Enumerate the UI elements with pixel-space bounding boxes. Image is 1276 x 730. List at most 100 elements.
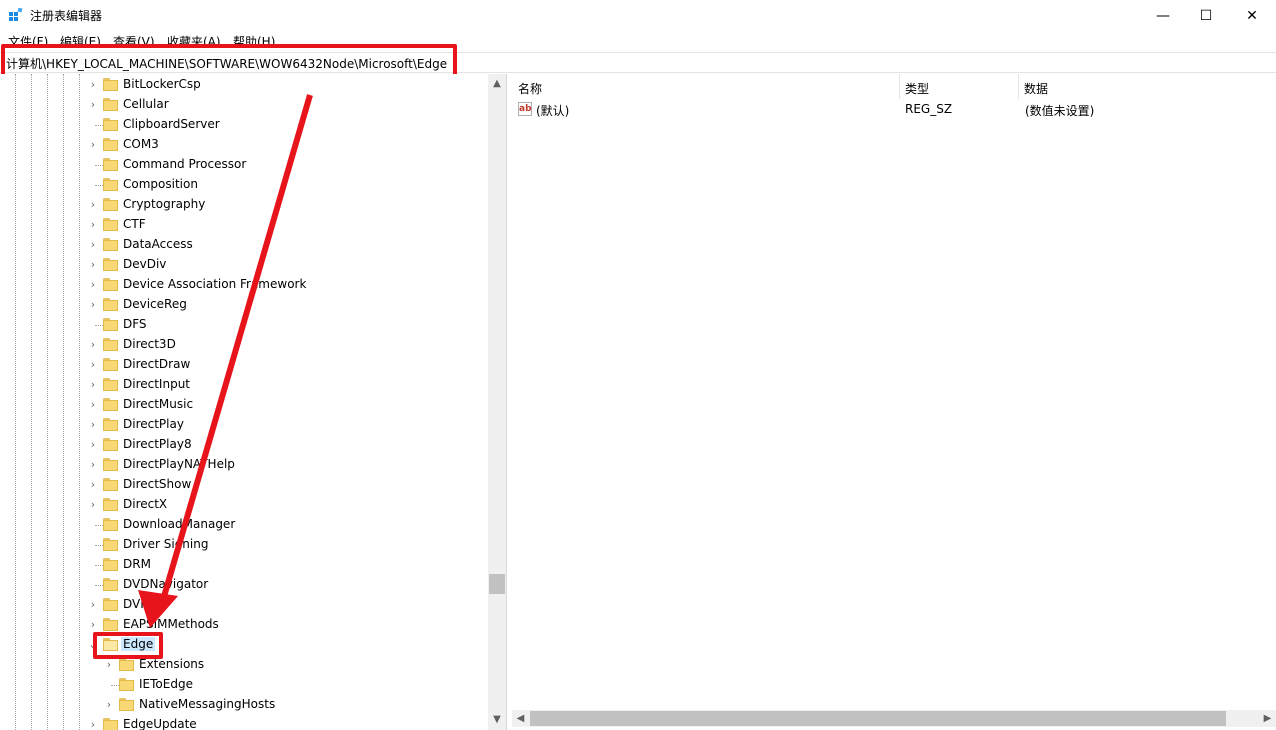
chevron-right-icon[interactable]: › [88,358,98,372]
chevron-right-icon[interactable]: › [88,98,98,112]
tree-item[interactable]: › DirectPlay8 [0,435,480,455]
chevron-right-icon[interactable]: › [88,598,98,612]
maximize-button[interactable]: ☐ [1183,0,1229,31]
value-row[interactable]: ab (默认) REG_SZ (数值未设置) [512,99,1276,121]
tree-item[interactable]: › Cryptography [0,195,480,215]
tree-item[interactable]: › DirectDraw [0,355,480,375]
chevron-right-icon[interactable]: › [88,618,98,632]
chevron-right-icon[interactable]: › [88,718,98,730]
tree-item-label: Cellular [123,97,169,111]
folder-icon [103,458,118,471]
chevron-right-icon[interactable]: › [88,258,98,272]
tree-item[interactable]: › DVR [0,595,480,615]
chevron-right-icon[interactable]: › [88,338,98,352]
tree-item[interactable]: › DirectInput [0,375,480,395]
string-value-icon: ab [518,102,532,116]
tree-item[interactable]: DownloadManager [0,515,480,535]
tree-item[interactable]: Command Processor [0,155,480,175]
chevron-right-icon[interactable]: › [104,658,114,672]
tree-item[interactable]: › DirectPlayNATHelp [0,455,480,475]
chevron-right-icon[interactable]: › [88,498,98,512]
folder-icon [103,78,118,91]
chevron-right-icon[interactable]: › [88,438,98,452]
column-header-data[interactable]: 数据 [1018,74,1276,99]
folder-icon [103,518,118,531]
tree-item[interactable]: › Direct3D [0,335,480,355]
chevron-right-icon[interactable]: › [88,378,98,392]
tree-item[interactable]: › Extensions [0,655,480,675]
folder-icon [103,118,118,131]
tree-item-label: DataAccess [123,237,193,251]
tree-item-label: IEToEdge [139,677,193,691]
chevron-right-icon[interactable]: › [88,218,98,232]
folder-icon [103,438,118,451]
scroll-up-icon[interactable]: ▲ [488,74,506,92]
column-header-name[interactable]: 名称 [512,74,900,99]
scroll-right-icon[interactable]: ▶ [1259,710,1276,727]
scroll-thumb[interactable] [489,574,505,594]
tree-connector [95,125,103,126]
chevron-right-icon[interactable]: › [88,198,98,212]
scroll-down-icon[interactable]: ▼ [488,710,506,728]
tree-item-label: DirectInput [123,377,191,391]
tree-connector [95,565,103,566]
tree-item[interactable]: DVDNavigator [0,575,480,595]
chevron-right-icon[interactable]: › [88,478,98,492]
tree-item[interactable]: ClipboardServer [0,115,480,135]
chevron-right-icon[interactable]: › [88,298,98,312]
tree-item-label: DirectDraw [123,357,191,371]
chevron-right-icon[interactable]: › [88,458,98,472]
chevron-right-icon[interactable]: › [104,698,114,712]
tree-item-label: NativeMessagingHosts [139,697,276,711]
close-button[interactable]: ✕ [1229,0,1275,31]
tree-item[interactable]: › CTF [0,215,480,235]
list-horizontal-scrollbar[interactable]: ◀ ▶ [512,710,1276,727]
tree-item[interactable]: › DirectMusic [0,395,480,415]
folder-icon [103,238,118,251]
tree-item[interactable]: › EdgeUpdate [0,715,480,730]
maximize-icon: ☐ [1199,7,1213,24]
tree-item[interactable]: ⌄ Edge [0,635,480,655]
registry-editor-icon [9,8,23,21]
tree-item[interactable]: › COM3 [0,135,480,155]
tree-item-label: Direct3D [123,337,176,351]
chevron-right-icon[interactable]: › [88,138,98,152]
folder-icon [119,658,134,671]
tree-item[interactable]: › NativeMessagingHosts [0,695,480,715]
folder-icon [103,158,118,171]
value-list-pane: 名称 类型 数据 ab (默认) REG_SZ (数值未设置) [512,74,1276,730]
chevron-right-icon[interactable]: › [88,278,98,292]
tree-item[interactable]: › DirectX [0,495,480,515]
chevron-right-icon[interactable]: › [88,398,98,412]
value-name[interactable]: (默认) [536,102,569,119]
tree-item[interactable]: IEToEdge [0,675,480,695]
tree-item[interactable]: › DeviceReg [0,295,480,315]
tree-item[interactable]: › DevDiv [0,255,480,275]
tree-item-label: DirectMusic [123,397,194,411]
tree-item[interactable]: DRM [0,555,480,575]
chevron-right-icon[interactable]: › [88,78,98,92]
tree-item[interactable]: › BitLockerCsp [0,75,480,95]
chevron-right-icon[interactable]: › [88,238,98,252]
tree-item[interactable]: DFS [0,315,480,335]
tree-item[interactable]: › EAPSIMMethods [0,615,480,635]
close-icon: ✕ [1246,7,1258,24]
tree-item[interactable]: › Cellular [0,95,480,115]
tree-vertical-scrollbar[interactable]: ▲ ▼ [488,74,506,730]
tree-item-label: Driver Signing [123,537,209,551]
tree-item-label: EAPSIMMethods [123,617,219,631]
tree-item[interactable]: Composition [0,175,480,195]
tree-item[interactable]: › DirectPlay [0,415,480,435]
chevron-right-icon[interactable]: › [88,418,98,432]
tree-item[interactable]: Driver Signing [0,535,480,555]
tree-item-label: Cryptography [123,197,206,211]
scroll-thumb[interactable] [530,711,1226,726]
folder-icon [103,298,118,311]
tree-item[interactable]: › DataAccess [0,235,480,255]
tree-item[interactable]: › DirectShow [0,475,480,495]
column-header-type[interactable]: 类型 [899,74,1019,99]
folder-icon [103,98,118,111]
minimize-button[interactable]: — [1140,0,1186,31]
tree-item[interactable]: › Device Association Framework [0,275,480,295]
scroll-left-icon[interactable]: ◀ [512,710,529,727]
